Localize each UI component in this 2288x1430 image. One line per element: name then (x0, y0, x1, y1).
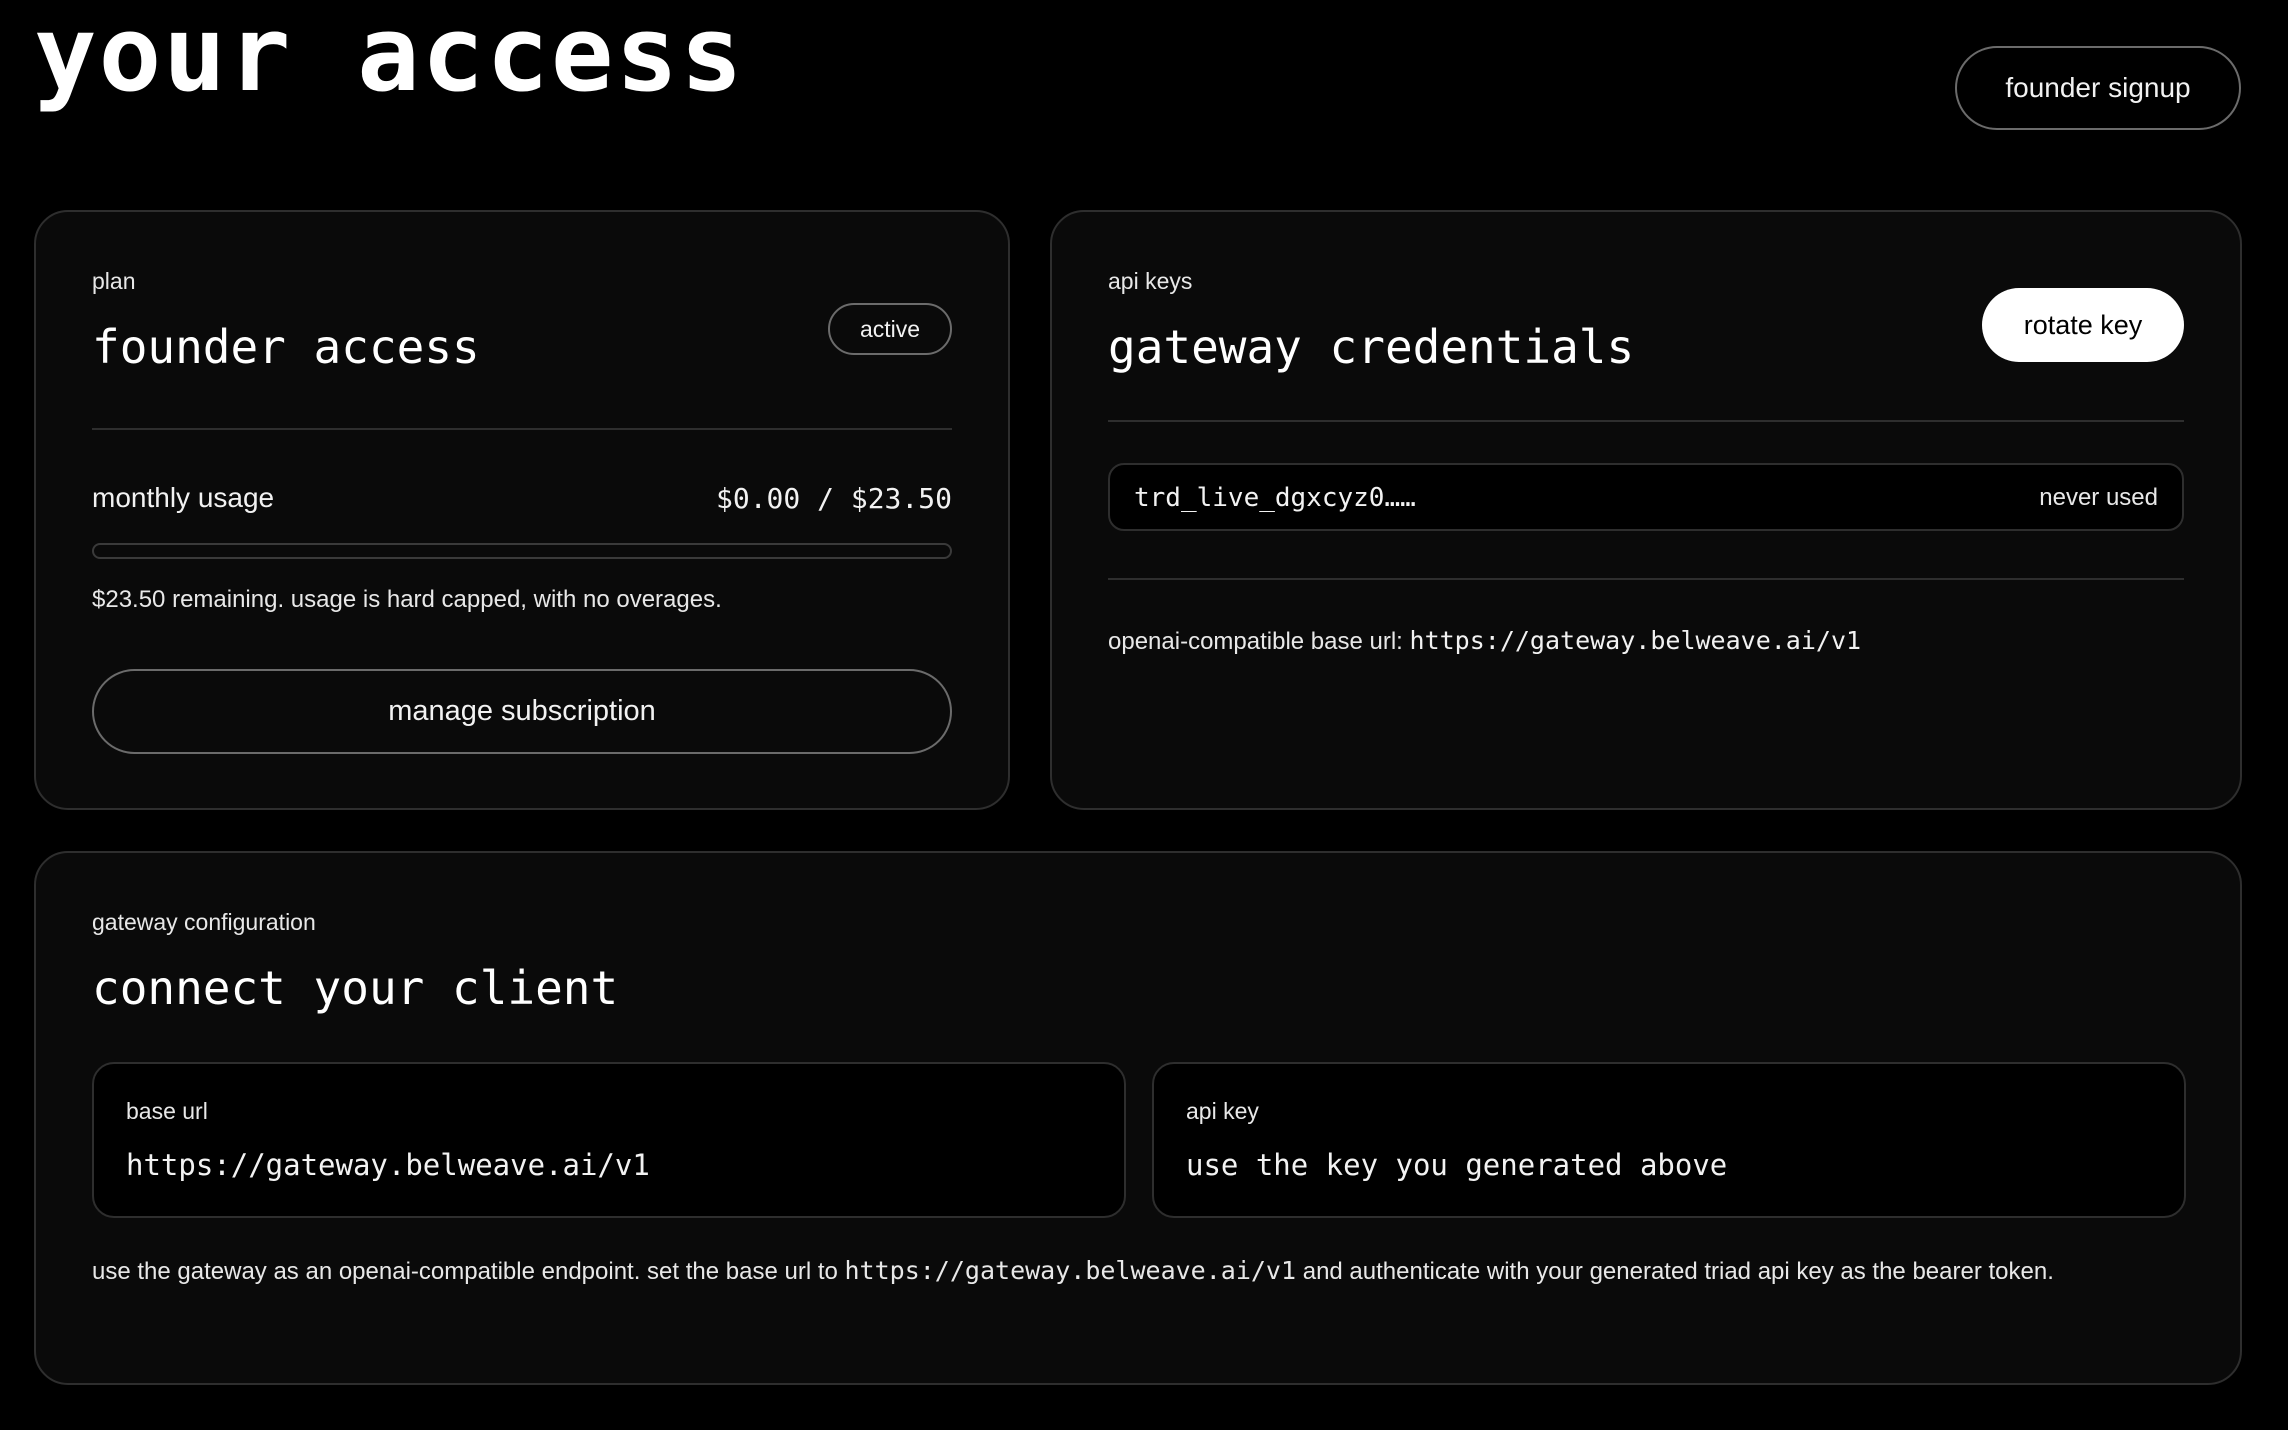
base-url-box-value[interactable]: https://gateway.belweave.ai/v1 (126, 1148, 650, 1182)
base-url-line-value: https://gateway.belweave.ai/v1 (1409, 626, 1862, 655)
api-keys-divider-2 (1108, 578, 2184, 580)
footnote-url: https://gateway.belweave.ai/v1 (844, 1256, 1297, 1285)
base-url-box-label: base url (126, 1098, 208, 1124)
manage-subscription-button[interactable]: manage subscription (92, 669, 952, 754)
usage-progress-bar (92, 543, 952, 559)
monthly-usage-value: $0.00 / $23.50 (715, 482, 952, 515)
base-url-line-label: openai-compatible base url: (1108, 628, 1403, 655)
config-footnote: use the gateway as an openai-compatible … (92, 1251, 2192, 1292)
status-badge: active (828, 303, 952, 355)
api-key-masked: trd_live_dgxcyz0…… (1134, 483, 1416, 513)
monthly-usage-label: monthly usage (92, 482, 275, 513)
remaining-note: $23.50 remaining. usage is hard capped, … (92, 586, 722, 613)
api-key-box-label: api key (1186, 1098, 1259, 1124)
api-keys-title: gateway credentials (1108, 320, 1635, 374)
page-title: your access (34, 0, 745, 115)
footnote-text-after: and authenticate with your generated tri… (1302, 1258, 2054, 1285)
api-key-box: api key use the key you generated above (1152, 1062, 2186, 1218)
founder-signup-button[interactable]: founder signup (1955, 46, 2241, 130)
api-keys-card: api keys gateway credentials rotate key … (1050, 210, 2242, 810)
config-eyebrow: gateway configuration (92, 909, 316, 935)
plan-eyebrow: plan (92, 268, 136, 294)
config-title: connect your client (92, 961, 619, 1015)
rotate-key-button[interactable]: rotate key (1982, 288, 2184, 362)
base-url-line: openai-compatible base url: https://gate… (1108, 626, 1861, 656)
plan-title: founder access (92, 320, 480, 374)
footnote-text-before: use the gateway as an openai-compatible … (92, 1258, 838, 1285)
api-key-row[interactable]: trd_live_dgxcyz0…… never used (1108, 463, 2184, 531)
api-keys-divider (1108, 420, 2184, 422)
api-keys-eyebrow: api keys (1108, 268, 1193, 294)
api-key-status: never used (2039, 484, 2158, 511)
api-key-box-value: use the key you generated above (1186, 1148, 1728, 1182)
base-url-box: base url https://gateway.belweave.ai/v1 (92, 1062, 1126, 1218)
plan-card: plan founder access active monthly usage… (34, 210, 1010, 810)
plan-divider (92, 428, 952, 430)
gateway-config-card: gateway configuration connect your clien… (34, 851, 2242, 1385)
